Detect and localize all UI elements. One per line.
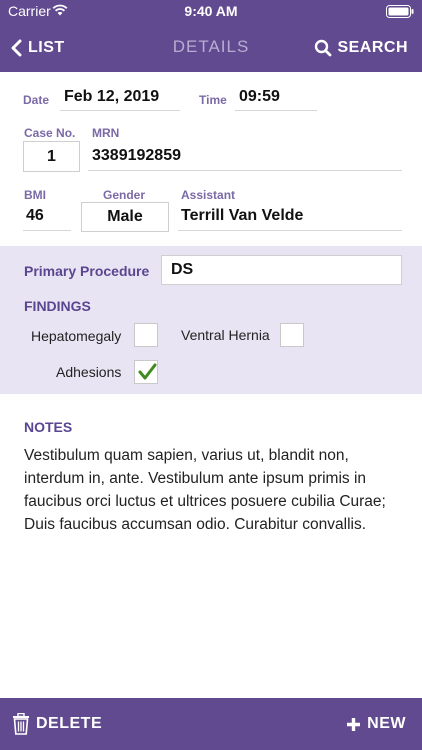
adhesions-checkbox[interactable] (134, 360, 158, 384)
assistant-underline (178, 230, 402, 231)
hepatomegaly-checkbox[interactable] (134, 323, 158, 347)
nav-bar: LIST DETAILS SEARCH (0, 28, 422, 68)
primary-procedure-input[interactable]: DS (161, 255, 402, 285)
new-button[interactable]: NEW (346, 712, 406, 736)
search-button[interactable]: SEARCH (314, 35, 408, 61)
search-label: SEARCH (337, 39, 408, 56)
assistant-field[interactable]: Terrill Van Velde (181, 207, 303, 225)
date-field[interactable]: Feb 12, 2019 (64, 88, 159, 106)
bmi-label: BMI (24, 188, 46, 202)
time-field[interactable]: 09:59 (239, 88, 280, 106)
trash-icon (13, 713, 29, 735)
bmi-field[interactable]: 46 (26, 207, 44, 225)
mrn-field[interactable]: 3389192859 (92, 147, 181, 165)
bottom-toolbar: DELETE NEW (0, 698, 422, 750)
assistant-label: Assistant (181, 188, 236, 202)
battery-icon (386, 5, 414, 18)
case-number-field[interactable]: 1 (23, 141, 80, 172)
findings-title: FINDINGS (24, 298, 91, 314)
primary-procedure-label: Primary Procedure (24, 263, 150, 279)
delete-label: DELETE (36, 715, 103, 732)
date-label: Date (23, 93, 50, 107)
search-icon (315, 39, 332, 57)
procedure-findings-section: Primary Procedure DS FINDINGS Hepatomega… (0, 246, 422, 394)
bmi-underline (23, 230, 71, 231)
delete-button[interactable]: DELETE (12, 712, 102, 736)
gender-field[interactable]: Male (81, 202, 169, 232)
date-underline (60, 110, 180, 111)
gender-label: Gender (103, 188, 146, 202)
case-number-label: Case No. (24, 126, 76, 140)
status-bar: Carrier 9:40 AM (0, 0, 422, 24)
finding-label-adhesions: Adhesions (56, 364, 122, 380)
notes-text[interactable]: Vestibulum quam sapien, varius ut, bland… (24, 444, 402, 536)
top-header: Carrier 9:40 AM LIST DETAILS SEARCH (0, 0, 422, 72)
mrn-underline (88, 170, 402, 171)
notes-label: NOTES (24, 419, 73, 435)
finding-label-ventral-hernia: Ventral Hernia (181, 327, 270, 343)
mrn-label: MRN (92, 126, 120, 140)
plus-icon (347, 717, 361, 731)
time-underline (235, 110, 317, 111)
ventral-hernia-checkbox[interactable] (280, 323, 304, 347)
new-label: NEW (367, 715, 406, 732)
time-label: Time (199, 93, 227, 107)
finding-label-hepatomegaly: Hepatomegaly (31, 328, 122, 344)
checkmark-icon (138, 363, 157, 380)
clock: 9:40 AM (184, 3, 238, 19)
